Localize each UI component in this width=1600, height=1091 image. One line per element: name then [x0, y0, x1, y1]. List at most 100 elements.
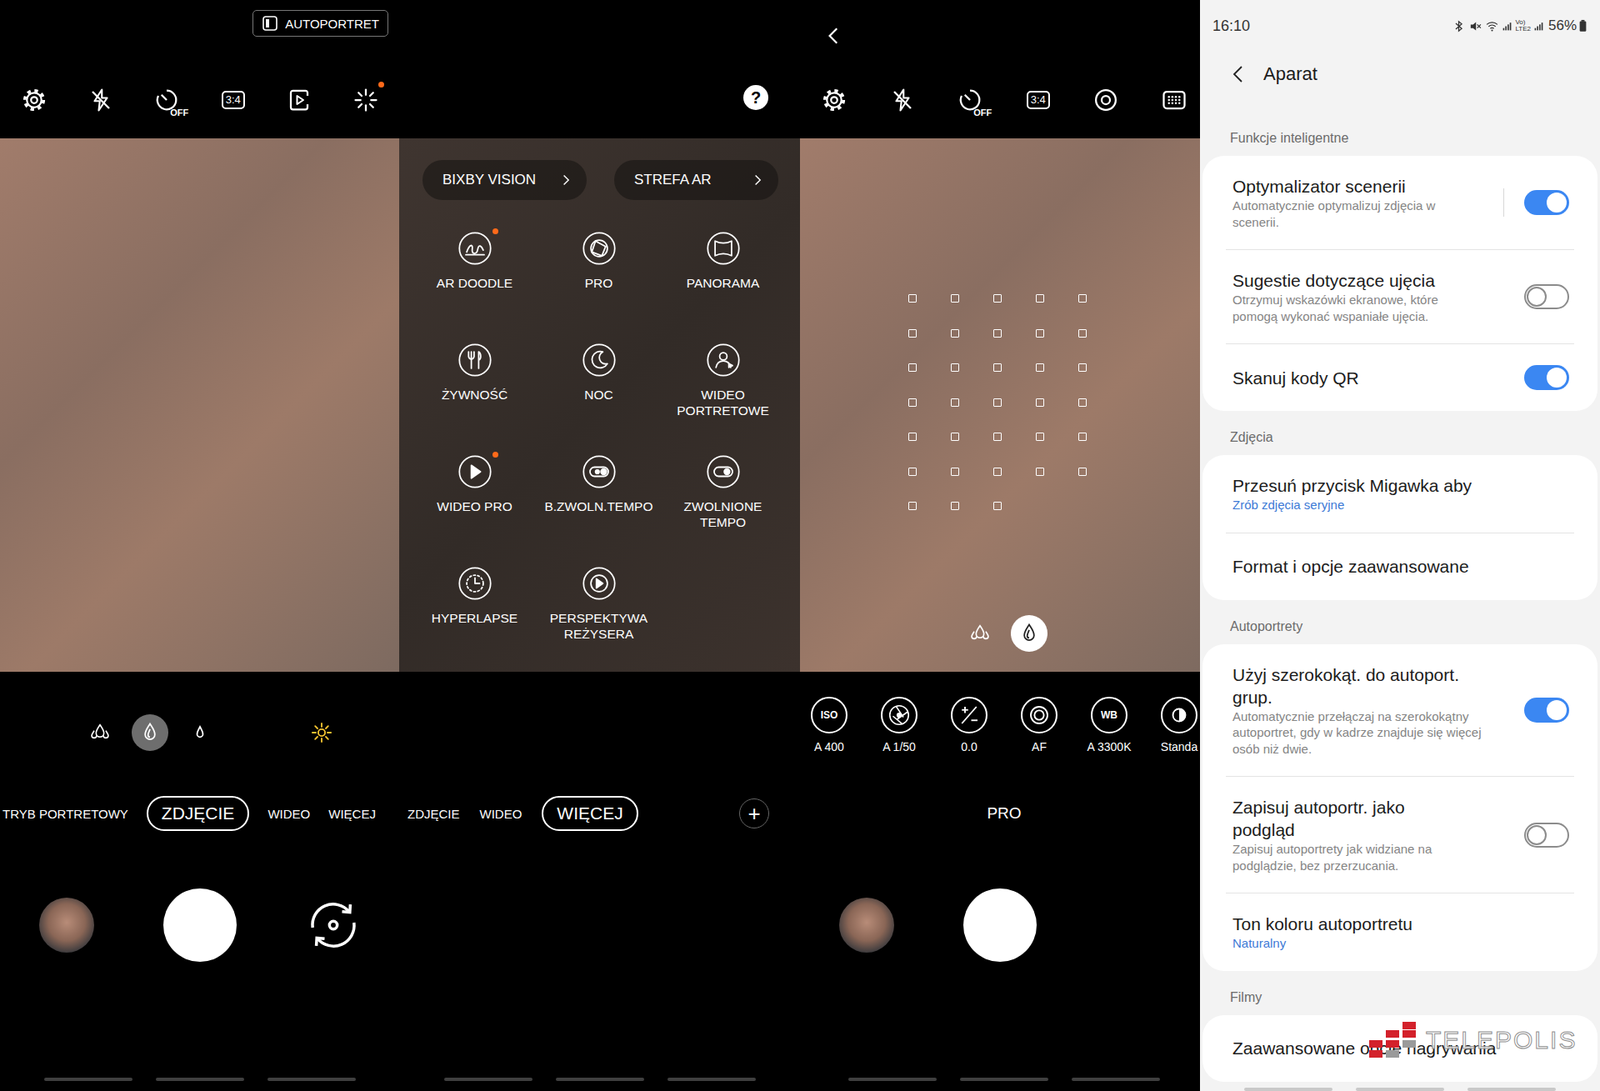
wb-control[interactable]: WB A 3300K: [1080, 696, 1139, 754]
nav-button[interactable]: [1071, 1077, 1160, 1081]
drop-medium-effect-button[interactable]: [131, 714, 169, 751]
tone-control[interactable]: Standa: [1150, 696, 1200, 754]
mode-tab[interactable]: WIĘCEJ: [328, 806, 376, 821]
timer-button[interactable]: OFF: [153, 86, 180, 114]
mode-tab[interactable]: WIĘCEJ: [541, 795, 638, 831]
settings-row[interactable]: Format i opcje zaawansowane: [1202, 533, 1598, 600]
new-badge: [378, 81, 385, 88]
mode-option[interactable]: PRO: [536, 230, 661, 322]
mode-option[interactable]: HYPERLAPSE: [412, 565, 537, 657]
help-button[interactable]: ?: [743, 85, 769, 110]
toggle-switch[interactable]: [1524, 284, 1570, 310]
control-value: A 400: [814, 740, 845, 754]
flash-off-button[interactable]: [889, 86, 916, 114]
row-divider: [1225, 892, 1575, 894]
mode-tab[interactable]: ZDJĘCIE: [146, 795, 250, 831]
bluetooth-icon: [1451, 19, 1466, 34]
toggle-switch[interactable]: [1524, 190, 1570, 215]
shortcut-button[interactable]: STREFA AR: [614, 160, 779, 200]
gallery-thumbnail[interactable]: [39, 897, 95, 953]
setting-description: Automatycznie przełączaj na szerokokątny…: [1232, 708, 1483, 758]
wifi-icon: [1485, 19, 1500, 34]
battery-icon: [1579, 19, 1587, 33]
effect-options: [0, 695, 400, 770]
focus-point: [908, 329, 917, 338]
setting-title: Skanuj kody QR: [1232, 366, 1466, 390]
toggle-switch[interactable]: [1524, 697, 1570, 723]
grid-button[interactable]: [1160, 86, 1188, 114]
ev-control[interactable]: 0.0: [940, 696, 999, 754]
mode-label: PRO: [986, 804, 1021, 823]
settings-row[interactable]: Zaawansowane opcje nagrywania: [1202, 1015, 1598, 1082]
pro-mode-screen: OFF 3:4 ISO A 400 A 1/50 0.0 AFWB A 3300…: [800, 0, 1200, 1091]
settings-button[interactable]: [20, 86, 48, 114]
mode-option[interactable]: WIDEO PORTRETOWE: [660, 341, 785, 434]
mode-tab[interactable]: ZDJĘCIE: [407, 806, 460, 821]
mode-option[interactable]: PERSPEKTYWA REŻYSERA: [536, 565, 661, 657]
nav-button[interactable]: [555, 1077, 645, 1081]
nav-button[interactable]: [848, 1077, 937, 1081]
flash-off-button[interactable]: [87, 86, 115, 114]
mode-tab[interactable]: TRYB PORTRETOWY: [2, 806, 129, 821]
drop-medium-effect-button[interactable]: [1010, 615, 1048, 652]
back-arrow-icon[interactable]: [823, 25, 845, 47]
drop-large-effect-button[interactable]: [81, 714, 119, 751]
shutter-button[interactable]: [963, 888, 1037, 962]
sun-effect-button[interactable]: [303, 714, 340, 751]
settings-row[interactable]: Skanuj kody QR: [1202, 344, 1598, 411]
shortcut-button[interactable]: BIXBY VISION: [422, 160, 587, 200]
viewfinder[interactable]: [0, 138, 400, 672]
settings-row[interactable]: Ton koloru autoportretu Naturalny: [1202, 893, 1598, 971]
mode-option[interactable]: WIDEO PRO: [412, 453, 537, 545]
selfie-badge[interactable]: AUTOPORTRET: [252, 10, 389, 37]
settings-row[interactable]: Sugestie dotyczące ujęcia Otrzymuj wskaz…: [1202, 250, 1598, 344]
mode-option[interactable]: PANORAMA: [660, 230, 785, 322]
mode-option[interactable]: ZWOLNIONE TEMPO: [660, 453, 785, 545]
iso-control[interactable]: ISO A 400: [800, 696, 859, 754]
drop-icon: [188, 720, 212, 745]
mode-option[interactable]: ŻYWNOŚĆ: [412, 341, 537, 434]
toggle-switch[interactable]: [1524, 365, 1570, 390]
nav-button[interactable]: [667, 1077, 756, 1081]
motion-photo-button[interactable]: [285, 86, 313, 114]
focus-control[interactable]: AF: [1010, 696, 1069, 754]
timer-button[interactable]: OFF: [956, 86, 984, 114]
effects-button[interactable]: [352, 86, 380, 114]
nav-button[interactable]: [1355, 1087, 1445, 1091]
nav-button[interactable]: [155, 1077, 245, 1081]
mode-option[interactable]: B.ZWOLN.TEMPO: [536, 453, 661, 545]
nav-button[interactable]: [267, 1077, 356, 1081]
nav-button[interactable]: [1244, 1087, 1333, 1091]
nav-button[interactable]: [1467, 1087, 1556, 1091]
focus-point: [908, 467, 917, 476]
shutter-control[interactable]: A 1/50: [870, 696, 929, 754]
mode-option[interactable]: AR DOODLE: [412, 230, 537, 322]
mode-tab[interactable]: WIDEO: [480, 806, 523, 821]
viewfinder[interactable]: [800, 138, 1200, 672]
ratio-button[interactable]: 3:4: [220, 86, 247, 114]
settings-button[interactable]: [820, 86, 848, 114]
toggle-switch[interactable]: [1524, 822, 1570, 848]
settings-row[interactable]: Przesuń przycisk Migawka aby Zrób zdjęci…: [1202, 455, 1598, 533]
focus-points: [800, 138, 1200, 510]
settings-row[interactable]: Użyj szerokokąt. do autoport. grup. Auto…: [1202, 644, 1598, 777]
add-mode-button[interactable]: +: [739, 798, 770, 829]
setting-description: Automatycznie optymalizuj zdjęcia w scen…: [1232, 197, 1483, 230]
back-arrow-icon[interactable]: [1228, 61, 1249, 87]
focus-point: [908, 501, 917, 510]
ratio-button[interactable]: 3:4: [1025, 86, 1052, 114]
settings-row[interactable]: Zapisuj autoportr. jako podgląd Zapisuj …: [1202, 776, 1598, 893]
drop-small-effect-button[interactable]: [181, 714, 219, 751]
drop-large-effect-button[interactable]: [961, 615, 999, 652]
nav-button[interactable]: [960, 1077, 1049, 1081]
setting-description: Otrzymuj wskazówki ekranowe, które pomog…: [1232, 291, 1483, 325]
mode-option[interactable]: NOC: [536, 341, 661, 434]
focus-ring-button[interactable]: [1092, 86, 1120, 114]
nav-button[interactable]: [444, 1077, 533, 1081]
mode-tab[interactable]: WIDEO: [267, 806, 310, 821]
switch-camera-icon[interactable]: [304, 895, 363, 955]
nav-button[interactable]: [44, 1077, 133, 1081]
gallery-thumbnail[interactable]: [839, 897, 895, 953]
settings-row[interactable]: Optymalizator scenerii Automatycznie opt…: [1202, 155, 1598, 250]
shutter-button[interactable]: [163, 888, 237, 962]
